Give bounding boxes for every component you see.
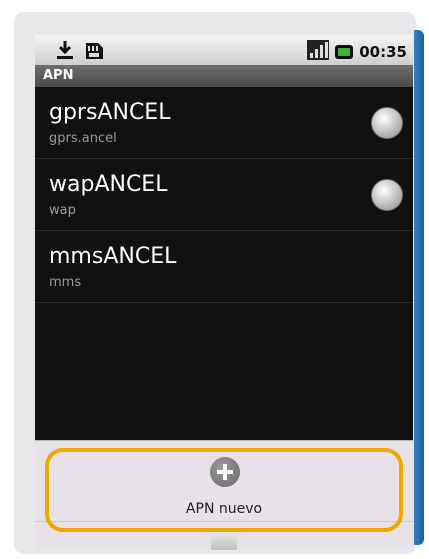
menu-divider — [35, 521, 413, 522]
menu-handle[interactable] — [211, 529, 237, 550]
battery-icon — [335, 45, 354, 59]
new-apn-button[interactable]: APN nuevo — [55, 453, 393, 523]
apn-value: mms — [49, 275, 82, 290]
download-icon — [55, 39, 75, 65]
apn-item-gprsancel[interactable]: gprsANCEL gprs.ancel — [35, 87, 413, 159]
apn-name: mmsANCEL — [49, 244, 177, 269]
apn-radio-button[interactable] — [371, 179, 403, 211]
apn-value: wap — [49, 203, 76, 218]
options-menu: APN nuevo — [35, 440, 413, 550]
apn-name: wapANCEL — [49, 172, 168, 197]
apn-value: gprs.ancel — [49, 131, 117, 146]
page-title: APN — [35, 65, 413, 87]
clock: 00:35 — [359, 43, 407, 61]
apn-list: gprsANCEL gprs.ancel wapANCEL wap mmsANC… — [35, 87, 413, 303]
apn-item-mmsancel[interactable]: mmsANCEL mms — [35, 231, 413, 303]
apn-name: gprsANCEL — [49, 100, 171, 125]
signal-icon — [307, 40, 330, 64]
apn-radio-button[interactable] — [371, 107, 403, 139]
add-icon — [210, 457, 240, 487]
frame-edge — [414, 30, 424, 545]
sd-card-icon — [83, 39, 105, 65]
status-bar: 00:35 — [35, 35, 413, 65]
phone-screen: 00:35 APN gprsANCEL gprs.ancel wapANCEL … — [35, 35, 413, 550]
new-apn-label: APN nuevo — [185, 501, 263, 517]
apn-item-wapancel[interactable]: wapANCEL wap — [35, 159, 413, 231]
